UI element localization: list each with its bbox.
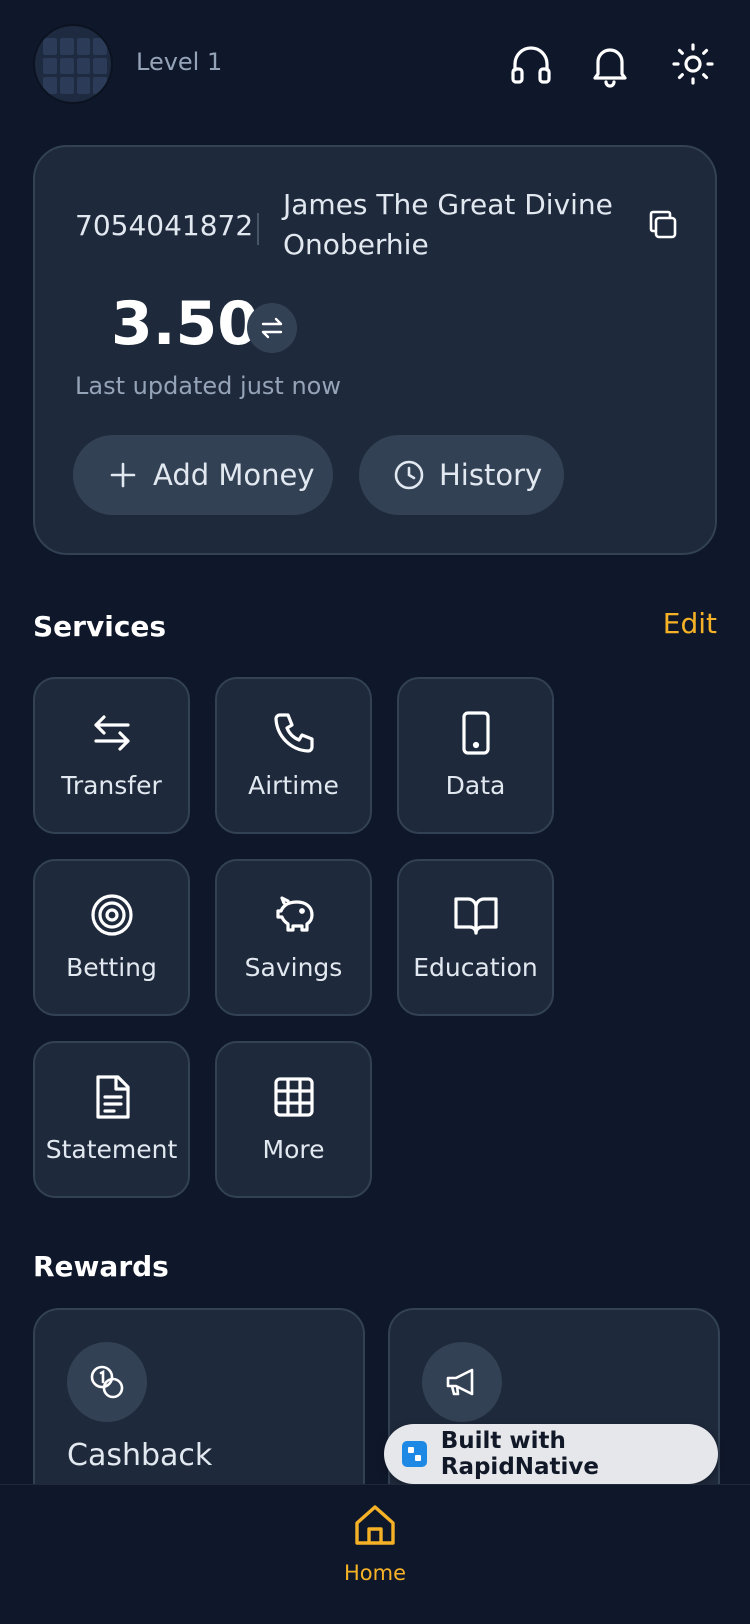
service-statement[interactable]: Statement — [33, 1041, 190, 1198]
edit-services-link[interactable]: Edit — [663, 607, 717, 640]
grid-icon — [270, 1073, 318, 1121]
clock-icon — [393, 459, 425, 491]
rewards-title: Rewards — [33, 1250, 169, 1283]
add-money-button[interactable]: Add Money — [73, 435, 333, 515]
avatar-image — [43, 38, 107, 94]
balance-amount: 3.50 — [111, 289, 260, 359]
badge-label: Built with RapidNative — [440, 1428, 600, 1480]
target-icon — [88, 891, 136, 939]
services-title: Services — [33, 610, 167, 643]
service-savings[interactable]: Savings — [215, 859, 372, 1016]
service-label: Statement — [45, 1135, 178, 1164]
history-label: History — [439, 458, 543, 492]
add-money-label: Add Money — [153, 458, 315, 492]
megaphone-icon — [422, 1342, 502, 1422]
avatar[interactable] — [33, 24, 113, 104]
service-label: Education — [413, 953, 538, 982]
service-label: Betting — [66, 953, 157, 982]
divider — [257, 213, 259, 245]
transfer-arrows-icon — [88, 709, 136, 757]
bottom-nav: Home — [0, 1484, 750, 1624]
coins-icon — [67, 1342, 147, 1422]
bell-icon[interactable] — [586, 40, 634, 88]
service-education[interactable]: Education — [397, 859, 554, 1016]
home-screen: Level 1 7054041872 James The Great Divin… — [0, 0, 750, 1624]
swap-icon[interactable] — [247, 303, 297, 353]
nav-home-label: Home — [343, 1561, 406, 1585]
service-label: Savings — [244, 953, 343, 982]
document-icon — [88, 1073, 136, 1121]
copy-icon[interactable] — [643, 205, 683, 245]
book-icon — [452, 891, 500, 939]
account-number: 7054041872 — [75, 209, 254, 242]
header: Level 1 — [33, 24, 717, 104]
plus-icon — [107, 459, 139, 491]
reward-label: Cashback — [67, 1438, 213, 1473]
service-label: Airtime — [248, 771, 339, 800]
history-button[interactable]: History — [359, 435, 564, 515]
home-icon — [351, 1501, 399, 1549]
service-betting[interactable]: Betting — [33, 859, 190, 1016]
wallet-card: 7054041872 James The Great Divine Onober… — [33, 145, 717, 555]
nav-home[interactable]: Home — [325, 1501, 425, 1601]
rapidnative-logo-icon — [402, 1441, 427, 1467]
level-label: Level 1 — [136, 48, 223, 76]
service-airtime[interactable]: Airtime — [215, 677, 372, 834]
mobile-device-icon — [452, 709, 500, 757]
service-more[interactable]: More — [215, 1041, 372, 1198]
account-name: James The Great Divine Onoberhie — [283, 188, 613, 261]
service-transfer[interactable]: Transfer — [33, 677, 190, 834]
last-updated: Last updated just now — [75, 372, 341, 400]
built-with-badge[interactable]: Built with RapidNative — [384, 1424, 718, 1484]
reward-cashback[interactable]: Cashback — [33, 1308, 365, 1508]
phone-icon — [270, 709, 318, 757]
service-data[interactable]: Data — [397, 677, 554, 834]
service-label: Transfer — [61, 771, 162, 800]
service-label: Data — [445, 771, 506, 800]
piggy-bank-icon — [270, 891, 318, 939]
service-label: More — [262, 1135, 325, 1164]
headset-icon[interactable] — [507, 40, 555, 88]
sun-icon[interactable] — [669, 40, 717, 88]
